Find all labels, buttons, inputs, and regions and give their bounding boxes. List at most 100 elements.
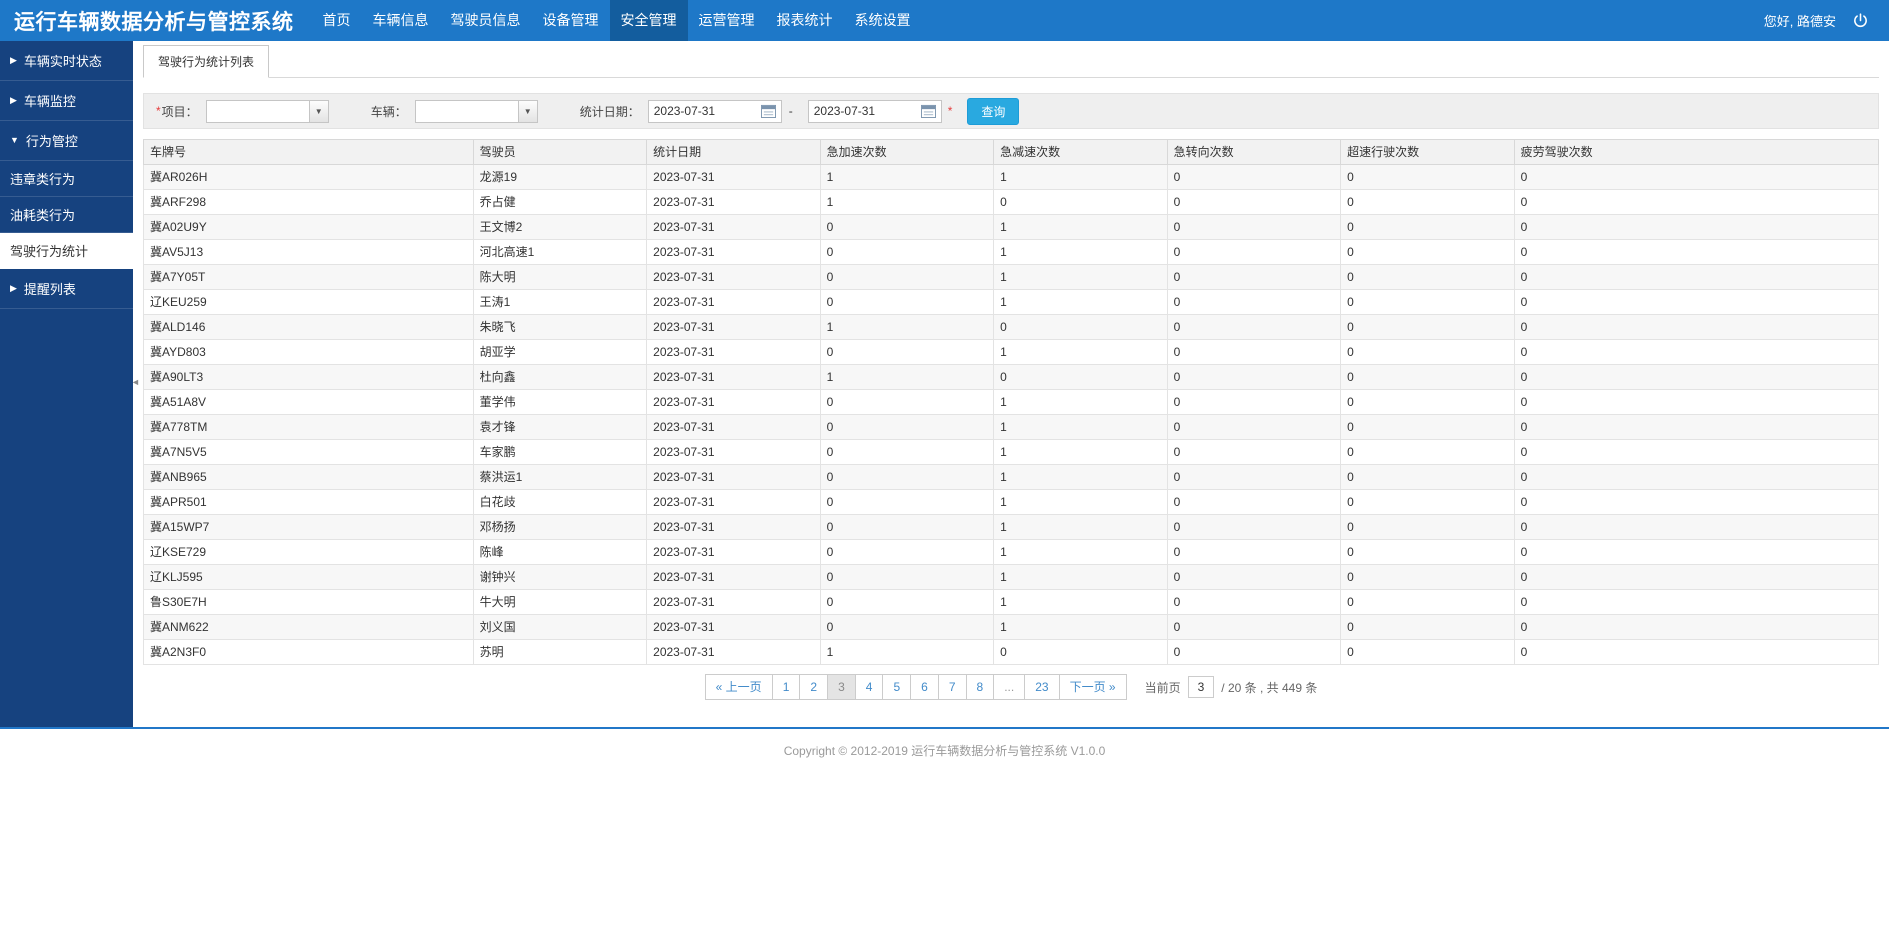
table-row-17[interactable]: 辽KLJ595谢钟兴2023-07-3101000 — [144, 565, 1879, 590]
top-nav: 首页车辆信息驾驶员信息设备管理安全管理运营管理报表统计系统设置 — [312, 0, 922, 41]
table-cell: 0 — [1514, 490, 1878, 515]
table-cell: 0 — [820, 215, 994, 240]
table-cell: 0 — [1514, 540, 1878, 565]
chevron-right-icon: ▶ — [10, 56, 17, 65]
page-button-2[interactable]: 2 — [799, 674, 828, 700]
table-cell: 2023-07-31 — [647, 640, 821, 665]
nav-item-8[interactable]: 系统设置 — [844, 0, 922, 41]
table-row-19[interactable]: 冀ANM622刘义国2023-07-3101000 — [144, 615, 1879, 640]
page-button-4[interactable]: 4 — [855, 674, 884, 700]
chevron-down-icon: ▼ — [10, 136, 19, 145]
date-from-input[interactable]: 2023-07-31 — [648, 100, 782, 123]
table-cell: 1 — [994, 290, 1168, 315]
content-area: 驾驶行为统计列表 * 项目： ▼ 车辆： ▼ 统计日期： 2023-07-31 — [133, 41, 1889, 727]
table-cell: 袁才锋 — [473, 415, 647, 440]
table-row-16[interactable]: 辽KSE729陈峰2023-07-3101000 — [144, 540, 1879, 565]
table-cell: 0 — [820, 540, 994, 565]
table-cell: 1 — [820, 165, 994, 190]
table-row-12[interactable]: 冀A7N5V5车家鹏2023-07-3101000 — [144, 440, 1879, 465]
nav-item-5[interactable]: 安全管理 — [610, 0, 688, 41]
table-cell: 0 — [820, 240, 994, 265]
search-button[interactable]: 查询 — [967, 98, 1019, 125]
table-cell: 0 — [1514, 615, 1878, 640]
pagination-info: 当前页 3 / 20 条 , 共 449 条 — [1145, 676, 1318, 698]
table-row-18[interactable]: 鲁S30E7H牛大明2023-07-3101000 — [144, 590, 1879, 615]
page-button-5[interactable]: 5 — [882, 674, 911, 700]
page-ellipsis: ... — [993, 674, 1025, 700]
table-cell: 2023-07-31 — [647, 290, 821, 315]
column-header: 超速行驶次数 — [1341, 140, 1515, 165]
table-cell: 1 — [820, 190, 994, 215]
table-row-14[interactable]: 冀APR501白花歧2023-07-3101000 — [144, 490, 1879, 515]
page-button-8[interactable]: 8 — [966, 674, 995, 700]
chevron-right-icon: ▶ — [10, 284, 17, 293]
table-row-10[interactable]: 冀A51A8V董学伟2023-07-3101000 — [144, 390, 1879, 415]
top-right-area: 您好, 路德安 — [1764, 11, 1889, 30]
table-row-4[interactable]: 冀AV5J13河北高速12023-07-3101000 — [144, 240, 1879, 265]
power-icon[interactable] — [1852, 12, 1869, 29]
table-cell: 0 — [1167, 415, 1341, 440]
table-cell: 2023-07-31 — [647, 440, 821, 465]
table-row-8[interactable]: 冀AYD803胡亚学2023-07-3101000 — [144, 340, 1879, 365]
page-button-7[interactable]: 7 — [938, 674, 967, 700]
table-cell: 1 — [994, 440, 1168, 465]
table-cell: 鲁S30E7H — [144, 590, 474, 615]
table-cell: 0 — [820, 415, 994, 440]
tab-driving-behavior-stats[interactable]: 驾驶行为统计列表 — [143, 45, 269, 78]
table-row-13[interactable]: 冀ANB965蔡洪运12023-07-3101000 — [144, 465, 1879, 490]
sidebar-group-1[interactable]: ▶车辆实时状态 — [0, 41, 133, 81]
table-row-7[interactable]: 冀ALD146朱晓飞2023-07-3110000 — [144, 315, 1879, 340]
sidebar-group-3[interactable]: ▼行为管控 — [0, 121, 133, 161]
nav-item-4[interactable]: 设备管理 — [532, 0, 610, 41]
page-button-3[interactable]: 3 — [827, 674, 856, 700]
project-select[interactable]: ▼ — [206, 100, 329, 123]
table-cell: 0 — [1167, 540, 1341, 565]
nav-item-1[interactable]: 首页 — [312, 0, 362, 41]
table-cell: 谢钟兴 — [473, 565, 647, 590]
table-cell: 0 — [1341, 240, 1515, 265]
calendar-icon[interactable] — [921, 104, 936, 118]
page-button-1[interactable]: 1 — [772, 674, 801, 700]
nav-item-3[interactable]: 驾驶员信息 — [440, 0, 532, 41]
sidebar-group-2[interactable]: ▶车辆监控 — [0, 81, 133, 121]
table-cell: 2023-07-31 — [647, 315, 821, 340]
sidebar-collapse-icon[interactable]: ◄ — [131, 375, 140, 389]
column-header: 统计日期 — [647, 140, 821, 165]
table-row-15[interactable]: 冀A15WP7邓杨扬2023-07-3101000 — [144, 515, 1879, 540]
nav-item-7[interactable]: 报表统计 — [766, 0, 844, 41]
current-page-label: 当前页 — [1145, 679, 1181, 696]
filter-bar: * 项目： ▼ 车辆： ▼ 统计日期： 2023-07-31 — [143, 93, 1879, 129]
next-page-button[interactable]: 下一页 » — [1059, 674, 1127, 700]
sidebar-group-label: 车辆监控 — [24, 91, 76, 110]
table-row-9[interactable]: 冀A90LT3杜向鑫2023-07-3110000 — [144, 365, 1879, 390]
prev-page-button[interactable]: « 上一页 — [705, 674, 773, 700]
copyright-text: Copyright © 2012-2019 运行车辆数据分析与管控系统 V1.0… — [784, 744, 1106, 758]
table-cell: 0 — [820, 590, 994, 615]
current-page-input[interactable]: 3 — [1188, 676, 1215, 698]
table-row-3[interactable]: 冀A02U9Y王文博22023-07-3101000 — [144, 215, 1879, 240]
table-cell: 0 — [1514, 515, 1878, 540]
vehicle-select[interactable]: ▼ — [415, 100, 538, 123]
calendar-icon[interactable] — [761, 104, 776, 118]
sidebar-item-3-1[interactable]: 违章类行为 — [0, 161, 133, 197]
nav-item-2[interactable]: 车辆信息 — [362, 0, 440, 41]
table-cell: 2023-07-31 — [647, 565, 821, 590]
table-cell: 牛大明 — [473, 590, 647, 615]
table-row-5[interactable]: 冀A7Y05T陈大明2023-07-3101000 — [144, 265, 1879, 290]
table-row-2[interactable]: 冀ARF298乔占健2023-07-3110000 — [144, 190, 1879, 215]
table-cell: 龙源19 — [473, 165, 647, 190]
table-cell: 河北高速1 — [473, 240, 647, 265]
table-cell: 冀APR501 — [144, 490, 474, 515]
sidebar-group-4[interactable]: ▶提醒列表 — [0, 269, 133, 309]
table-row-20[interactable]: 冀A2N3F0苏明2023-07-3110000 — [144, 640, 1879, 665]
table-row-1[interactable]: 冀AR026H龙源192023-07-3111000 — [144, 165, 1879, 190]
sidebar-item-3-2[interactable]: 油耗类行为 — [0, 197, 133, 233]
date-to-input[interactable]: 2023-07-31 — [808, 100, 942, 123]
nav-item-6[interactable]: 运营管理 — [688, 0, 766, 41]
sidebar-item-3-3[interactable]: 驾驶行为统计 — [0, 233, 133, 269]
table-cell: 0 — [994, 190, 1168, 215]
page-button-6[interactable]: 6 — [910, 674, 939, 700]
page-button-23[interactable]: 23 — [1024, 674, 1059, 700]
table-row-11[interactable]: 冀A778TM袁才锋2023-07-3101000 — [144, 415, 1879, 440]
table-row-6[interactable]: 辽KEU259王涛12023-07-3101000 — [144, 290, 1879, 315]
